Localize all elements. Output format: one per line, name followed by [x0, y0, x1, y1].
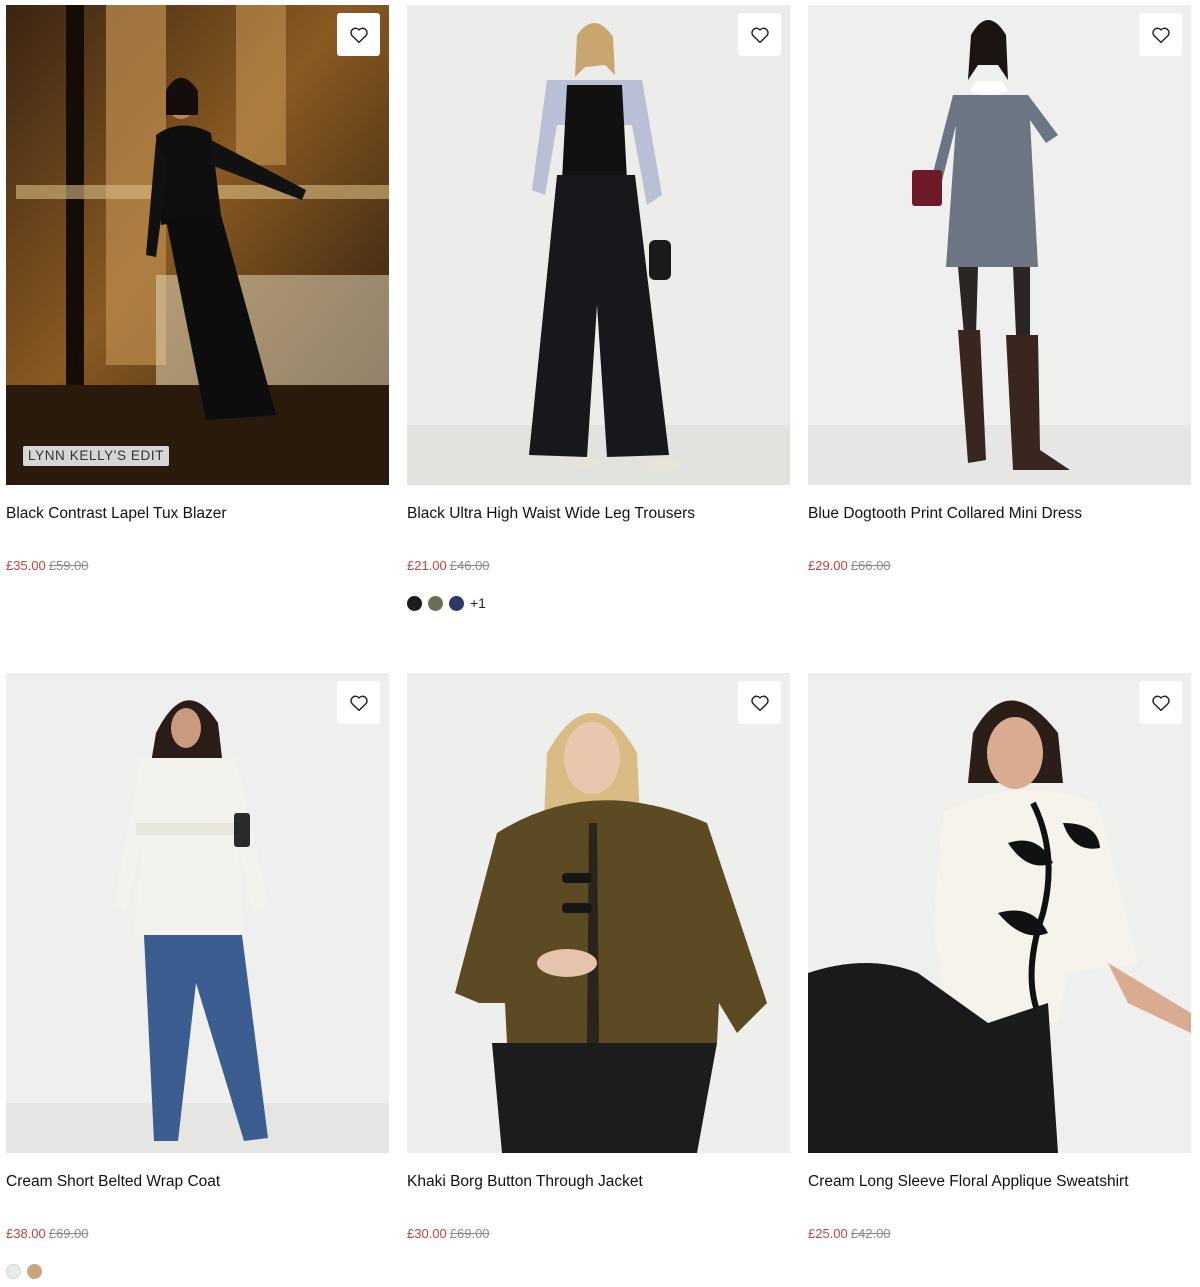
product-image[interactable]: LYNN KELLY'S EDIT [6, 5, 389, 485]
sale-price: £25.00 [808, 1226, 848, 1241]
product-price: £25.00 £42.00 [808, 1225, 1191, 1243]
product-card[interactable]: Blue Dogtooth Print Collared Mini Dress … [808, 5, 1191, 575]
sale-price: £38.00 [6, 1226, 46, 1241]
wishlist-button[interactable] [1139, 681, 1182, 724]
product-price: £35.00 £59.00 [6, 557, 389, 575]
wishlist-button[interactable] [738, 13, 781, 56]
product-image[interactable] [808, 5, 1191, 485]
swatch-khaki[interactable] [428, 595, 443, 611]
sale-price: £30.00 [407, 1226, 447, 1241]
product-image[interactable] [808, 673, 1191, 1153]
colour-swatches [6, 1262, 389, 1280]
product-price: £29.00 £66.00 [808, 557, 1191, 575]
product-photo [808, 5, 1191, 485]
was-price: £46.00 [449, 558, 490, 573]
sale-price: £35.00 [6, 558, 46, 573]
product-name[interactable]: Cream Short Belted Wrap Coat [6, 1172, 389, 1192]
product-name[interactable]: Cream Long Sleeve Floral Applique Sweats… [808, 1172, 1191, 1192]
swatch-navy[interactable] [449, 595, 464, 611]
wishlist-button[interactable] [337, 681, 380, 724]
product-image[interactable] [407, 5, 790, 485]
product-photo [407, 5, 790, 485]
more-colours-count[interactable]: +1 [470, 595, 486, 611]
was-price: £69.00 [449, 1226, 490, 1241]
wishlist-button[interactable] [1139, 13, 1182, 56]
product-price: £38.00 £69.00 [6, 1225, 389, 1243]
was-price: £69.00 [48, 1226, 89, 1241]
colour-swatches: +1 [407, 594, 790, 612]
product-image[interactable] [6, 673, 389, 1153]
product-image[interactable] [407, 673, 790, 1153]
product-card[interactable]: Khaki Borg Button Through Jacket £30.00 £… [407, 673, 790, 1243]
wishlist-button[interactable] [337, 13, 380, 56]
product-card[interactable]: Cream Short Belted Wrap Coat £38.00 £69.0… [6, 673, 389, 1280]
product-card[interactable]: LYNN KELLY'S EDIT Black Contrast Lapel T… [6, 5, 389, 575]
product-photo [407, 673, 790, 1153]
swatch-cream[interactable] [6, 1263, 21, 1279]
wishlist-button[interactable] [738, 681, 781, 724]
heart-icon [750, 27, 769, 43]
swatch-black[interactable] [407, 595, 422, 611]
product-card[interactable]: Cream Long Sleeve Floral Applique Sweats… [808, 673, 1191, 1243]
heart-icon [349, 695, 368, 711]
lynn-kellys-edit-badge: LYNN KELLY'S EDIT [23, 446, 170, 466]
heart-icon [1151, 695, 1170, 711]
product-name[interactable]: Black Contrast Lapel Tux Blazer [6, 504, 389, 524]
product-photo [6, 5, 389, 485]
was-price: £59.00 [48, 558, 89, 573]
product-price: £30.00 £69.00 [407, 1225, 790, 1243]
swatch-camel[interactable] [27, 1263, 42, 1279]
heart-icon [750, 695, 769, 711]
product-price: £21.00 £46.00 [407, 557, 790, 575]
was-price: £42.00 [850, 1226, 891, 1241]
product-photo [808, 673, 1191, 1153]
product-card[interactable]: Black Ultra High Waist Wide Leg Trousers… [407, 5, 790, 612]
sale-price: £29.00 [808, 558, 848, 573]
product-name[interactable]: Blue Dogtooth Print Collared Mini Dress [808, 504, 1191, 524]
product-photo [6, 673, 389, 1153]
product-name[interactable]: Black Ultra High Waist Wide Leg Trousers [407, 504, 790, 524]
heart-icon [1151, 27, 1170, 43]
sale-price: £21.00 [407, 558, 447, 573]
product-name[interactable]: Khaki Borg Button Through Jacket [407, 1172, 790, 1192]
was-price: £66.00 [850, 558, 891, 573]
heart-icon [349, 27, 368, 43]
